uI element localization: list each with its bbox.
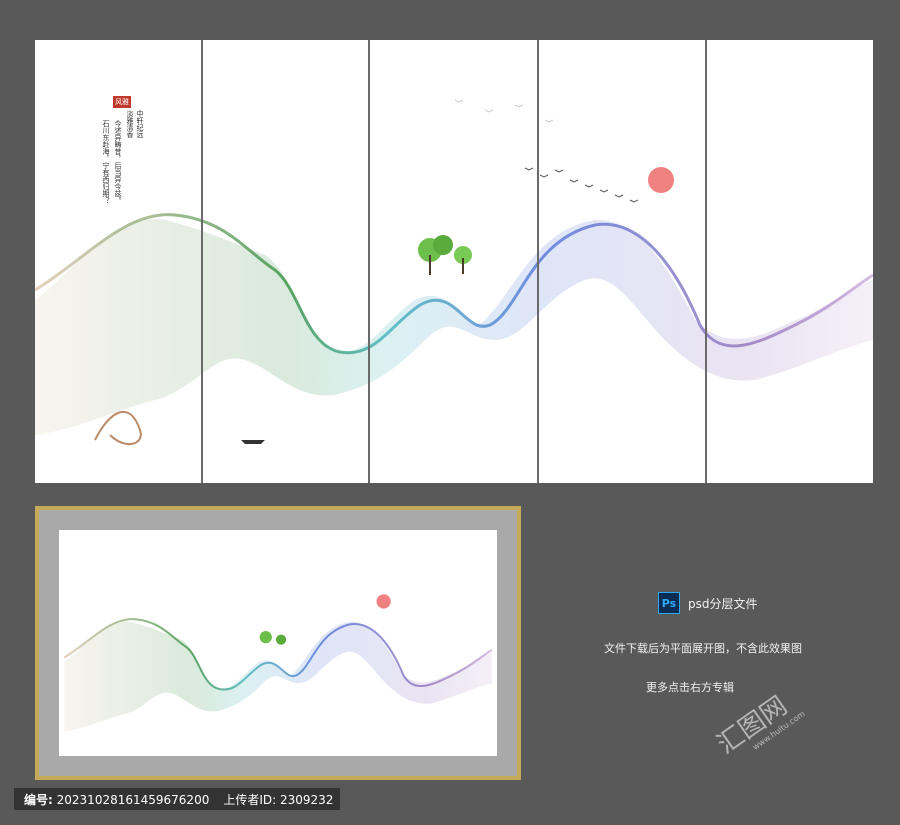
mural-panels: 风雅 中轩纪远 淡雅清香 今述异畴昔，后当异今兹。 石川东赴海，宁有西归期？ (35, 40, 873, 483)
poem-column: 今述异畴昔，后当异今兹。 (114, 120, 122, 204)
psd-info: Ps psd分层文件 (658, 592, 758, 614)
poem-column: 淡雅清香 (126, 110, 134, 138)
more-link[interactable]: 更多点击右方专辑 (646, 679, 734, 695)
poem-column: 石川东赴海，宁有西归期？ (102, 120, 110, 204)
framed-preview (35, 506, 521, 780)
download-note: 文件下载后为平面展开图，不含此效果图 (604, 642, 802, 655)
small-boat (241, 440, 265, 444)
footer-bar: 编号: 20231028161459676200 上传者ID: 2309232 (14, 788, 340, 810)
poem-column: 中轩纪远 (136, 110, 144, 138)
uploader-value: 2309232 (280, 792, 334, 807)
psd-label: psd分层文件 (688, 596, 758, 611)
red-sun (648, 167, 674, 193)
panel-divider (537, 40, 539, 483)
red-seal: 风雅 (113, 96, 131, 108)
id-label: 编号: (24, 792, 53, 807)
ink-landscape-art (35, 99, 873, 445)
photoshop-icon: Ps (658, 592, 680, 614)
uploader-label: 上传者ID: (223, 792, 277, 807)
ink-wash (35, 218, 873, 435)
panel-divider (368, 40, 370, 483)
framed-artwork (59, 530, 497, 756)
flying-birds (454, 99, 639, 203)
ink-landscape-art-small (63, 594, 493, 732)
trees (418, 235, 472, 275)
id-value: 20231028161459676200 (56, 792, 210, 807)
panel-divider (201, 40, 203, 483)
panel-divider (705, 40, 707, 483)
